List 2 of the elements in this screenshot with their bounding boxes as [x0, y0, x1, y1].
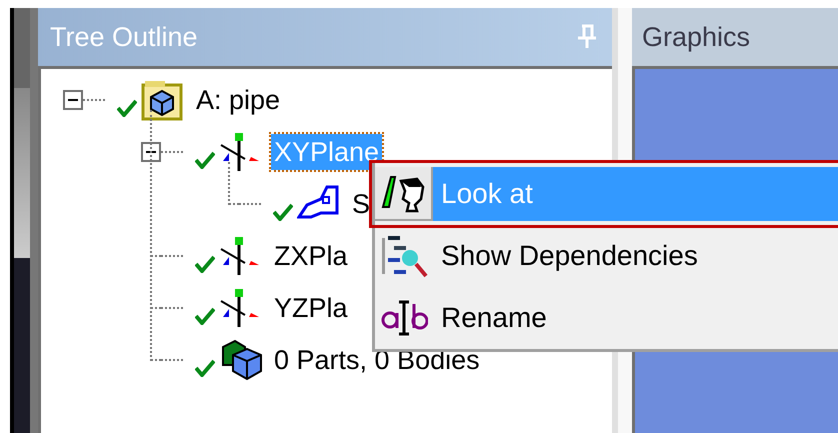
panel-title: Tree Outline: [50, 20, 198, 54]
panel-title: Graphics: [642, 20, 750, 54]
